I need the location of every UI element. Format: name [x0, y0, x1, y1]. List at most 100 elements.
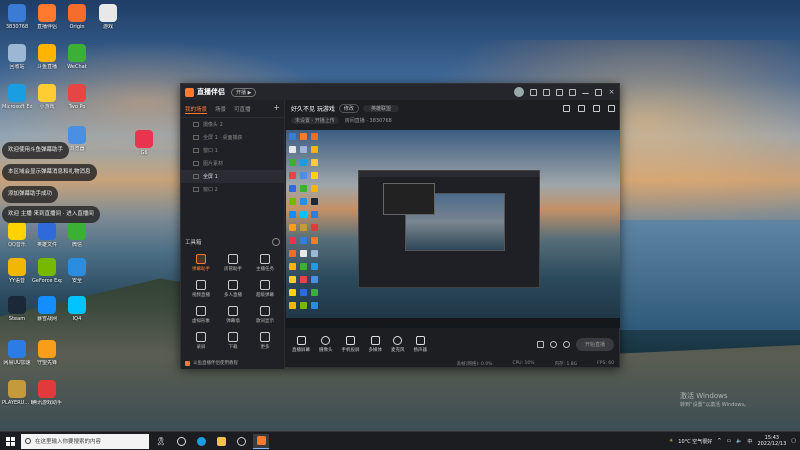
- tool-button[interactable]: 视频直播: [185, 280, 217, 298]
- desktop-icon[interactable]: IQ4: [62, 296, 92, 322]
- desktop-icon[interactable]: QQ音乐: [2, 222, 32, 248]
- volume-icon[interactable]: 🔈: [736, 438, 742, 444]
- category-select[interactable]: 英雄联盟: [362, 105, 399, 112]
- live-badge[interactable]: 开播 ▶: [231, 87, 257, 97]
- camera-button[interactable]: 摄像头: [319, 335, 333, 353]
- screen-capture-button[interactable]: 直播屏幕: [292, 335, 310, 353]
- tool-button[interactable]: 更多: [249, 332, 281, 350]
- desktop-icon[interactable]: G6: [129, 130, 159, 156]
- mail-icon[interactable]: [530, 88, 537, 96]
- source-item[interactable]: 摄像头 2: [181, 118, 284, 131]
- desktop-icon[interactable]: 守望先锋: [32, 340, 62, 366]
- desktop-icon[interactable]: Origin: [62, 4, 92, 30]
- clock[interactable]: 15:43 2022/12/13: [757, 435, 786, 447]
- microphone-button[interactable]: 麦克风: [391, 335, 405, 353]
- desktop-icon[interactable]: 游戏: [93, 4, 123, 30]
- menu-icon[interactable]: [569, 88, 576, 96]
- preview-app-icon: [289, 250, 296, 257]
- desktop-icon[interactable]: YY语音: [2, 258, 32, 284]
- eye-icon[interactable]: [549, 340, 557, 348]
- edge-taskbar-icon[interactable]: [193, 434, 209, 449]
- ribbon-icon[interactable]: 🎗: [153, 434, 169, 449]
- tool-button[interactable]: 房管助手: [217, 254, 249, 272]
- tool-button[interactable]: 虚拟形象: [185, 306, 217, 324]
- weather-icon[interactable]: ☀: [669, 438, 673, 444]
- tab-live[interactable]: 可直播: [234, 105, 251, 114]
- preview-app-icon: [311, 198, 318, 205]
- record-icon[interactable]: [536, 340, 544, 348]
- preview-app-icon: [300, 250, 307, 257]
- tool-button[interactable]: 超级弹幕: [249, 280, 281, 298]
- weather-text[interactable]: 10°C 空气很好: [678, 438, 712, 445]
- source-item[interactable]: 全屏 1 · 桌面捕获: [181, 131, 284, 144]
- desktop-icon[interactable]: PLAYERU... BATTLEGR...: [2, 380, 32, 406]
- desktop-icon[interactable]: 微信: [62, 222, 92, 248]
- desktop-icon[interactable]: 3830768: [2, 4, 32, 30]
- bell-icon[interactable]: [593, 105, 600, 112]
- desktop-icon[interactable]: 直播伴侣: [32, 4, 62, 30]
- tool-button[interactable]: 弹幕墙: [217, 306, 249, 324]
- taskbar-search-input[interactable]: 在这里输入你要搜索的内容: [21, 433, 149, 449]
- minimize-icon[interactable]: [582, 90, 589, 94]
- tutorial-link[interactable]: 斗鱼直播伴侣使用教程: [185, 360, 238, 366]
- edit-title-button[interactable]: 修改: [338, 104, 359, 113]
- gear-icon[interactable]: [562, 340, 570, 348]
- desktop-icon[interactable]: Steam: [2, 296, 32, 322]
- live-assistant-taskbar-icon[interactable]: [253, 433, 269, 449]
- desktop-icon[interactable]: 小游戏: [32, 84, 62, 110]
- more-tools-icon[interactable]: [272, 238, 280, 246]
- desktop-icon[interactable]: WeChat: [62, 44, 92, 70]
- desktop-icon[interactable]: Microsoft Edge: [2, 84, 32, 110]
- stream-header: 好久不见 玩游戏 修改 英雄联盟 未设置 · 开播上传 房间直播 · 38307…: [286, 100, 620, 128]
- desktop-icon[interactable]: 腾讯游戏助手: [32, 380, 62, 406]
- desktop-icon[interactable]: 斗鱼直播: [32, 44, 62, 70]
- app-icon: [38, 44, 56, 62]
- settings-icon[interactable]: [556, 88, 563, 96]
- tab-my-scenes[interactable]: 我的场景: [185, 105, 208, 114]
- gift-icon[interactable]: [543, 88, 550, 96]
- source-item[interactable]: 窗口 1: [181, 144, 284, 157]
- desktop-icon[interactable]: Two Po: [62, 84, 92, 110]
- tool-button[interactable]: 多人直播: [217, 280, 249, 298]
- avatar[interactable]: [514, 87, 524, 97]
- source-item[interactable]: 图片素材: [181, 157, 284, 170]
- desktop-icon[interactable]: 回收站: [2, 44, 32, 70]
- tab-scenes[interactable]: 场景: [215, 105, 226, 114]
- desktop-icon-label: 直播伴侣: [36, 24, 57, 30]
- ime-icon[interactable]: 中: [747, 438, 752, 445]
- tool-button[interactable]: 录屏: [185, 332, 217, 350]
- stream-preview[interactable]: [286, 130, 620, 328]
- desktop-icon[interactable]: 英雄文件: [32, 222, 62, 248]
- speaker-button[interactable]: 扬声器: [414, 335, 427, 353]
- tool-button[interactable]: 主播任务: [249, 254, 281, 272]
- preview-app-icon: [311, 146, 318, 153]
- settings-taskbar-icon[interactable]: [233, 434, 249, 449]
- source-item[interactable]: 窗口 2: [181, 183, 284, 196]
- desktop-icon[interactable]: 网易UU加速: [2, 340, 32, 366]
- task-view-icon[interactable]: [173, 434, 189, 449]
- start-live-button[interactable]: 开始直播: [575, 337, 614, 351]
- phone-cast-button[interactable]: 手机投屏: [342, 335, 360, 353]
- add-source-button[interactable]: +: [273, 104, 280, 114]
- explorer-taskbar-icon[interactable]: [213, 434, 229, 449]
- room-icon[interactable]: [563, 105, 570, 112]
- tool-button[interactable]: 歌词显示: [249, 306, 281, 324]
- maximize-icon[interactable]: [595, 88, 602, 96]
- notification-center-icon[interactable]: ▢: [791, 438, 796, 444]
- tray-chevron-icon[interactable]: ^: [717, 438, 721, 444]
- media-button[interactable]: 多媒体: [369, 335, 382, 353]
- tool-button[interactable]: 弹幕助手: [185, 254, 217, 272]
- network-icon[interactable]: ▭: [726, 438, 731, 444]
- desktop-icon[interactable]: GeForce Experience: [32, 258, 62, 284]
- share-screen-icon[interactable]: [578, 105, 585, 112]
- room-tag[interactable]: 未设置 · 开播上传: [291, 117, 339, 124]
- source-item[interactable]: 全屏 1: [181, 170, 284, 183]
- share-icon[interactable]: [608, 105, 615, 112]
- window-titlebar[interactable]: 直播伴侣 开播 ▶ ×: [181, 84, 619, 100]
- desktop-icon[interactable]: 暴雪战网: [32, 296, 62, 322]
- monitor-icon: [296, 335, 306, 345]
- close-icon[interactable]: ×: [608, 88, 615, 96]
- tool-button[interactable]: 下载: [217, 332, 249, 350]
- windows-start-icon[interactable]: [6, 436, 15, 446]
- desktop-icon[interactable]: 安全: [62, 258, 92, 284]
